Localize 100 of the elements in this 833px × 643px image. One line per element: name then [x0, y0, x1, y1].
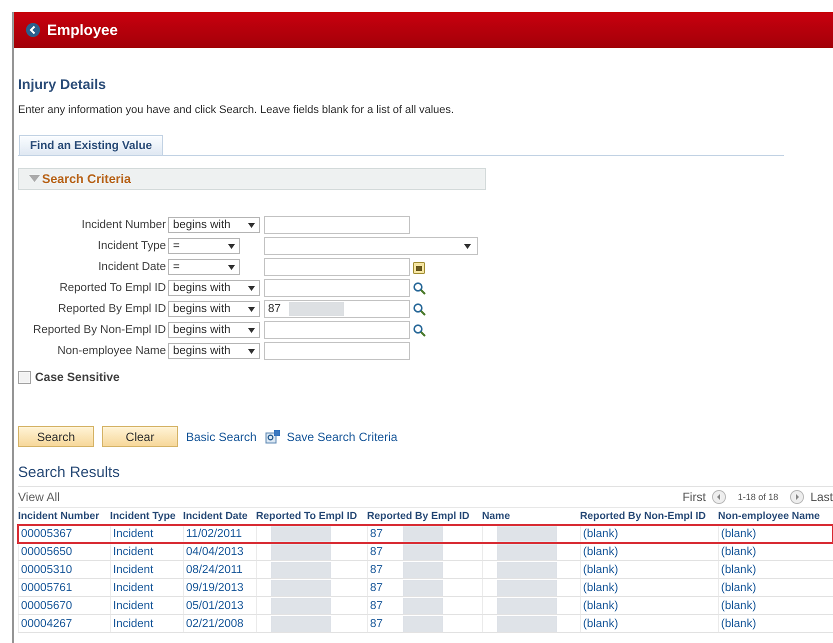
input-field[interactable]: 87: [264, 300, 410, 318]
first-link[interactable]: First: [682, 490, 706, 504]
column-header[interactable]: Incident Number: [18, 508, 110, 524]
field-label: Non-employee Name: [57, 345, 166, 357]
table-cell[interactable]: 08/24/2011: [186, 564, 243, 576]
back-icon[interactable]: [26, 23, 40, 37]
search-criteria-header[interactable]: Search Criteria: [18, 168, 486, 190]
field-label: Incident Type: [98, 240, 166, 252]
search-button[interactable]: Search: [18, 426, 94, 447]
caret-icon[interactable]: [248, 286, 255, 290]
instructions: Enter any information you have and click Search. Leave fields blank for a list of all values.: [18, 104, 455, 116]
table-cell[interactable]: (blank): [583, 618, 618, 630]
table-cell[interactable]: (blank): [583, 600, 618, 612]
table-cell[interactable]: Incident: [113, 618, 154, 630]
column-header[interactable]: Reported To Empl ID: [256, 508, 367, 524]
table-cell[interactable]: Incident: [113, 546, 154, 558]
table-cell[interactable]: (blank): [583, 546, 618, 558]
input-field[interactable]: [264, 279, 410, 297]
table-cell[interactable]: 87: [370, 546, 383, 558]
table-cell[interactable]: 00005650: [21, 546, 72, 558]
redaction-blur: [271, 526, 331, 542]
next-icon[interactable]: [790, 490, 804, 504]
basic-search-link[interactable]: Basic Search: [186, 430, 257, 444]
caret-icon[interactable]: [248, 306, 255, 312]
input-field[interactable]: [264, 321, 410, 339]
header-title: Employee: [47, 22, 118, 38]
caret-icon[interactable]: [248, 328, 255, 332]
caret-icon[interactable]: [248, 348, 255, 354]
table-cell[interactable]: 04/04/2013: [186, 546, 244, 558]
table-cell[interactable]: (blank): [721, 528, 756, 540]
table-cell[interactable]: 00004267: [21, 618, 72, 630]
table-cell[interactable]: 00005670: [21, 600, 72, 612]
operator-dropdown[interactable]: begins with: [168, 280, 260, 296]
operator-dropdown[interactable]: begins with: [168, 343, 260, 359]
column-header[interactable]: Incident Date: [183, 508, 256, 524]
checkbox[interactable]: [18, 370, 31, 384]
table-cell[interactable]: (blank): [721, 618, 756, 630]
caret-icon[interactable]: [464, 244, 471, 248]
table-cell[interactable]: (blank): [721, 600, 756, 612]
field-label: Reported By Empl ID: [58, 303, 166, 315]
table-cell[interactable]: 11/02/2011: [186, 528, 242, 540]
input-field[interactable]: [264, 216, 410, 234]
table-cell[interactable]: Incident: [113, 564, 154, 576]
table-cell[interactable]: 00005761: [21, 582, 72, 594]
operator-dropdown[interactable]: =: [168, 259, 240, 275]
table-cell[interactable]: 00005367: [21, 528, 72, 540]
column-header[interactable]: Reported By Empl ID: [367, 508, 482, 524]
input-field[interactable]: [264, 258, 410, 276]
column-header[interactable]: Reported By Non-Empl ID: [580, 508, 718, 524]
column-header[interactable]: Name: [482, 508, 580, 524]
caret-icon[interactable]: [228, 264, 235, 270]
table-cell[interactable]: 87: [370, 618, 383, 630]
table-cell[interactable]: (blank): [721, 546, 756, 558]
table-cell[interactable]: Incident: [113, 582, 154, 594]
table-cell[interactable]: Incident: [113, 600, 154, 612]
view-all-link[interactable]: View All: [18, 490, 60, 504]
caret-icon[interactable]: [248, 222, 255, 228]
section-title: Search Results: [18, 464, 121, 481]
table-cell[interactable]: 00005310: [21, 564, 72, 576]
field-label: Reported By Non-Empl ID: [33, 324, 166, 336]
operator-dropdown[interactable]: begins with: [168, 322, 260, 338]
operator-dropdown[interactable]: =: [168, 238, 240, 254]
save-search-criteria-link[interactable]: Save Search Criteria: [286, 430, 398, 444]
column-header[interactable]: Incident Type: [110, 508, 183, 524]
table-cell[interactable]: (blank): [583, 564, 618, 576]
checkbox-label: Case Sensitive: [35, 370, 120, 384]
table-cell[interactable]: 09/19/2013: [186, 582, 244, 594]
table-cell[interactable]: (blank): [721, 564, 756, 576]
table-cell[interactable]: 05/01/2013: [186, 600, 244, 612]
page-range: 1-18 of 18: [738, 492, 778, 502]
field-label: Reported To Empl ID: [59, 282, 166, 294]
table-cell[interactable]: 87: [370, 528, 383, 540]
calendar-icon[interactable]: [413, 260, 425, 274]
operator-dropdown[interactable]: begins with: [168, 217, 260, 233]
operator-dropdown[interactable]: begins with: [168, 301, 260, 317]
table-cell[interactable]: (blank): [721, 582, 756, 594]
field-label: Incident Date: [98, 261, 166, 273]
field-label: Incident Number: [82, 219, 166, 231]
selected-row[interactable]: 00005367 Incident 11/02/2011 87 (blank) (blank): [18, 525, 833, 543]
caret-icon[interactable]: [228, 244, 235, 248]
search-icon[interactable]: [413, 324, 426, 336]
table-cell[interactable]: 87: [370, 582, 383, 594]
table-cell[interactable]: 02/21/2008: [186, 618, 244, 630]
last-link[interactable]: Last: [810, 490, 833, 504]
save-search-icon[interactable]: [264, 428, 281, 444]
tab[interactable]: Find an Existing Value: [19, 135, 164, 155]
table-cell[interactable]: 87: [370, 600, 383, 612]
table-cell[interactable]: (blank): [583, 582, 618, 594]
page-title: Injury Details: [18, 75, 107, 92]
search-icon[interactable]: [413, 302, 426, 316]
table-cell[interactable]: (blank): [583, 528, 618, 540]
previous-icon[interactable]: [712, 490, 726, 504]
clear-button[interactable]: Clear: [102, 426, 178, 447]
search-icon[interactable]: [413, 282, 426, 294]
column-header[interactable]: Non-employee Name: [718, 508, 833, 524]
input-field[interactable]: [264, 342, 410, 360]
redaction-blur: [402, 526, 443, 542]
table-cell[interactable]: 87: [370, 564, 383, 576]
table-cell[interactable]: Incident: [113, 528, 154, 540]
redaction-blur: [497, 526, 557, 542]
